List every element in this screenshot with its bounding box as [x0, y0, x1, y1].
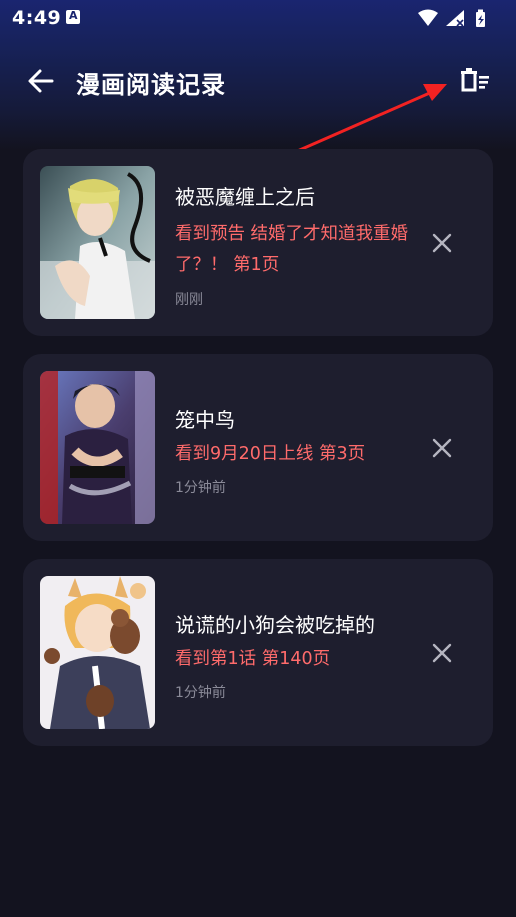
remove-item-button[interactable]: [425, 226, 459, 260]
signal-icon: [446, 10, 464, 27]
close-icon: [432, 643, 452, 663]
history-item[interactable]: 说谎的小狗会被吃掉的 看到第1话 第140页 1分钟前: [23, 559, 493, 746]
delete-list-icon: [461, 68, 489, 92]
read-time: 刚刚: [175, 292, 203, 308]
close-icon: [432, 438, 452, 458]
remove-item-button[interactable]: [425, 431, 459, 465]
reading-progress: 看到第1话 第140页: [175, 649, 331, 669]
manga-title: 说谎的小狗会被吃掉的: [175, 613, 375, 637]
clear-history-button[interactable]: [458, 64, 494, 98]
history-item[interactable]: 笼中鸟 看到9月20日上线 第3页 1分钟前: [23, 354, 493, 541]
wifi-icon: [418, 9, 438, 26]
manga-title: 被恶魔缠上之后: [175, 185, 315, 209]
battery-icon: [476, 9, 485, 27]
reading-progress: 看到9月20日上线 第3页: [175, 444, 366, 464]
manga-title: 笼中鸟: [175, 408, 235, 432]
read-time: 1分钟前: [175, 685, 226, 701]
reading-progress: 看到预告 结婚了才知道我重婚了？！ 第1页: [175, 224, 409, 275]
page-title: 漫画阅读记录: [76, 71, 226, 99]
read-time: 1分钟前: [175, 480, 226, 496]
history-item[interactable]: 被恶魔缠上之后 看到预告 结婚了才知道我重婚了？！ 第1页 刚刚: [23, 149, 493, 336]
status-icons: [416, 8, 506, 28]
status-bar: 4:49 A: [0, 0, 516, 36]
status-time: 4:49: [12, 7, 62, 29]
a-badge-icon: A: [66, 9, 80, 24]
remove-item-button[interactable]: [425, 636, 459, 670]
app-bar: 漫画阅读记录: [0, 52, 516, 110]
close-icon: [432, 233, 452, 253]
back-button[interactable]: [24, 64, 58, 98]
manga-cover: [40, 166, 155, 319]
manga-cover: [40, 371, 155, 524]
arrow-left-icon: [28, 69, 54, 93]
manga-cover: [40, 576, 155, 729]
